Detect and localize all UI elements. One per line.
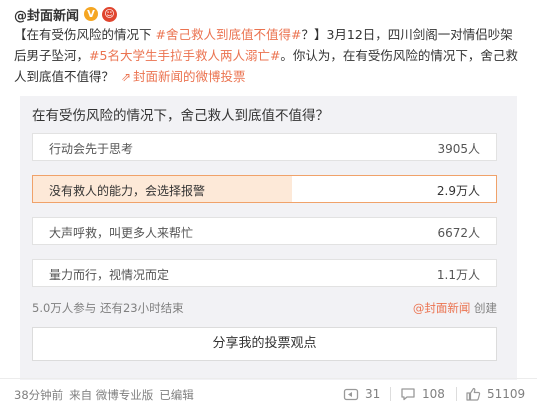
repost-icon: [343, 388, 359, 401]
option-label: 量力而行，视情况而定: [49, 268, 170, 282]
post-time[interactable]: 38分钟前: [14, 388, 63, 402]
poll-creator: @封面新闻 创建: [413, 300, 497, 316]
option-count: 2.9万人: [436, 184, 480, 198]
option-count: 1.1万人: [436, 268, 480, 282]
topic-link[interactable]: #5名大学生手拉手救人两人溺亡#: [89, 48, 280, 63]
link-icon: ⇗: [120, 70, 132, 84]
creator-link[interactable]: @封面新闻: [413, 301, 471, 315]
verified-badge-icon: V: [84, 7, 99, 21]
option-label: 大声呼救，叫更多人来帮忙: [49, 226, 194, 240]
poll-card: 在有受伤风险的情况下，舍己救人到底值不值得？ 行动会先于思考 3905人 没有救…: [20, 96, 517, 380]
creator-suffix: 创建: [470, 301, 497, 315]
like-button[interactable]: 51109: [465, 384, 525, 404]
emoji-badge-icon: ☺: [102, 6, 118, 22]
poll-option[interactable]: 没有救人的能力，会选择报警 2.9万人: [32, 175, 497, 203]
post-header: @封面新闻 V ☺: [14, 4, 118, 24]
option-label: 没有救人的能力，会选择报警: [49, 184, 206, 198]
post-text: 【在有受伤风险的情况下 #舍己救人到底值不值得#？】3月12日，四川剑阁一对情侣…: [14, 24, 524, 88]
comment-icon: [401, 388, 415, 401]
repost-button[interactable]: 31: [343, 384, 380, 404]
comment-button[interactable]: 108: [400, 384, 445, 404]
repost-count: 31: [365, 387, 381, 401]
action-separator: [456, 387, 457, 401]
poll-meta: 5.0万人参与 还有23小时结束: [32, 301, 184, 315]
topic-link[interactable]: #舍己救人到底值不值得#: [155, 27, 301, 42]
thumbs-up-icon: [466, 387, 481, 401]
post-text-part1: 【在有受伤风险的情况下: [14, 27, 156, 42]
poll-option[interactable]: 量力而行，视情况而定 1.1万人: [32, 259, 497, 287]
poll-link[interactable]: 封面新闻的微博投票: [133, 69, 246, 84]
post-source[interactable]: 来自 微博专业版: [69, 388, 153, 402]
like-count: 51109: [487, 387, 526, 401]
author-name[interactable]: @封面新闻: [14, 5, 79, 24]
poll-option[interactable]: 大声呼救，叫更多人来帮忙 6672人: [32, 217, 497, 245]
poll-question: 在有受伤风险的情况下，舍己救人到底值不值得？: [32, 108, 329, 124]
post-meta: 38分钟前 来自 微博专业版 已编辑: [14, 387, 200, 403]
comment-count: 108: [422, 387, 445, 401]
footer-divider: [0, 378, 537, 379]
option-count: 6672人: [437, 226, 480, 240]
option-label: 行动会先于思考: [49, 142, 134, 156]
edited-label[interactable]: 已编辑: [159, 388, 194, 402]
share-vote-button[interactable]: 分享我的投票观点: [32, 327, 497, 361]
action-separator: [390, 387, 391, 401]
poll-option[interactable]: 行动会先于思考 3905人: [32, 133, 497, 161]
option-count: 3905人: [437, 142, 480, 156]
weibo-post: @封面新闻 V ☺ 【在有受伤风险的情况下 #舍己救人到底值不值得#？】3月12…: [0, 0, 537, 414]
